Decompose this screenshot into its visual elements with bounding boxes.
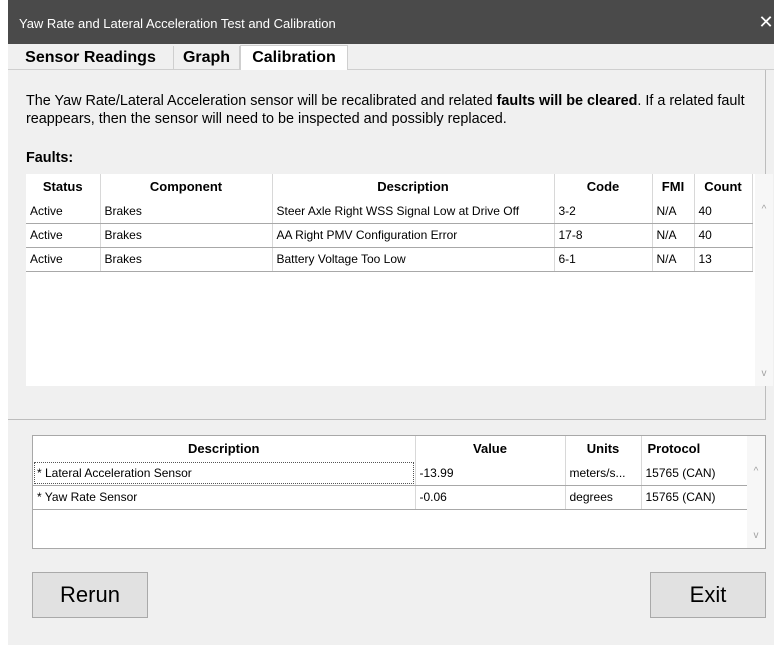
fault-fmi: N/A	[652, 223, 695, 248]
fault-status: Active	[26, 199, 101, 224]
scroll-up-icon[interactable]: ^	[750, 466, 762, 478]
description-text-part1: The Yaw Rate/Lateral Acceleration sensor…	[26, 93, 497, 109]
column-header-value[interactable]: Value	[415, 436, 566, 461]
scroll-down-icon[interactable]: v	[758, 368, 770, 380]
sensor-units: meters/s...	[565, 461, 642, 486]
fault-description: AA Right PMV Configuration Error	[272, 223, 555, 248]
column-header-units[interactable]: Units	[565, 436, 642, 461]
fault-component: Brakes	[100, 199, 273, 224]
title-bar: Yaw Rate and Lateral Acceleration Test a…	[8, 0, 774, 44]
sensor-value: -13.99	[415, 461, 566, 486]
sensor-protocol: 15765 (CAN)	[641, 461, 748, 486]
fault-component: Brakes	[100, 223, 273, 248]
calibration-description: The Yaw Rate/Lateral Acceleration sensor…	[26, 92, 766, 128]
tab-sensor-readings[interactable]: Sensor Readings	[8, 46, 174, 70]
faults-label: Faults:	[26, 150, 74, 166]
sensor-description: * Yaw Rate Sensor	[33, 485, 416, 510]
fault-description: Battery Voltage Too Low	[272, 247, 555, 272]
sensor-header-row: Description Value Units Protocol	[33, 436, 748, 461]
sensor-scrollbar[interactable]: ^ v	[747, 436, 765, 548]
fault-status: Active	[26, 247, 101, 272]
fault-count: 13	[694, 247, 753, 272]
fault-code: 6-1	[554, 247, 653, 272]
exit-button[interactable]: Exit	[650, 572, 766, 618]
sensor-value: -0.06	[415, 485, 566, 510]
window-title: Yaw Rate and Lateral Acceleration Test a…	[19, 16, 336, 31]
column-header-protocol[interactable]: Protocol	[641, 436, 748, 461]
sensor-description: * Lateral Acceleration Sensor	[33, 461, 416, 486]
fault-fmi: N/A	[652, 199, 695, 224]
fault-description: Steer Axle Right WSS Signal Low at Drive…	[272, 199, 555, 224]
column-header-status[interactable]: Status	[26, 174, 101, 199]
fault-fmi: N/A	[652, 247, 695, 272]
column-header-count[interactable]: Count	[694, 174, 753, 199]
tab-calibration[interactable]: Calibration	[240, 45, 348, 71]
description-bold-text: faults will be cleared	[496, 93, 638, 109]
table-row[interactable]: Active Brakes Battery Voltage Too Low 6-…	[26, 247, 753, 272]
sensor-protocol: 15765 (CAN)	[641, 485, 748, 510]
scroll-down-icon[interactable]: v	[750, 530, 762, 542]
fault-code: 17-8	[554, 223, 653, 248]
faults-header-row: Status Component Description Code FMI Co…	[26, 174, 753, 199]
close-icon[interactable]: ✕	[754, 11, 774, 35]
scroll-up-icon[interactable]: ^	[758, 204, 770, 216]
column-header-component[interactable]: Component	[100, 174, 273, 199]
rerun-button[interactable]: Rerun	[32, 572, 148, 618]
faults-scrollbar[interactable]: ^ v	[755, 174, 773, 386]
table-row[interactable]: * Yaw Rate Sensor -0.06 degrees 15765 (C…	[33, 485, 748, 510]
table-row[interactable]: Active Brakes AA Right PMV Configuration…	[26, 223, 753, 248]
faults-table[interactable]: Status Component Description Code FMI Co…	[26, 174, 773, 386]
fault-component: Brakes	[100, 247, 273, 272]
fault-count: 40	[694, 223, 753, 248]
tab-graph[interactable]: Graph	[174, 46, 240, 70]
tab-strip: Sensor Readings Graph Calibration	[8, 44, 774, 71]
sensor-values-table[interactable]: Description Value Units Protocol * Later…	[32, 435, 766, 549]
column-header-code[interactable]: Code	[554, 174, 653, 199]
column-header-fmi[interactable]: FMI	[652, 174, 695, 199]
fault-count: 40	[694, 199, 753, 224]
column-header-description[interactable]: Description	[272, 174, 555, 199]
fault-status: Active	[26, 223, 101, 248]
table-row[interactable]: * Lateral Acceleration Sensor -13.99 met…	[33, 461, 748, 486]
column-header-description[interactable]: Description	[33, 436, 416, 461]
sensor-units: degrees	[565, 485, 642, 510]
fault-code: 3-2	[554, 199, 653, 224]
table-row[interactable]: Active Brakes Steer Axle Right WSS Signa…	[26, 199, 753, 224]
